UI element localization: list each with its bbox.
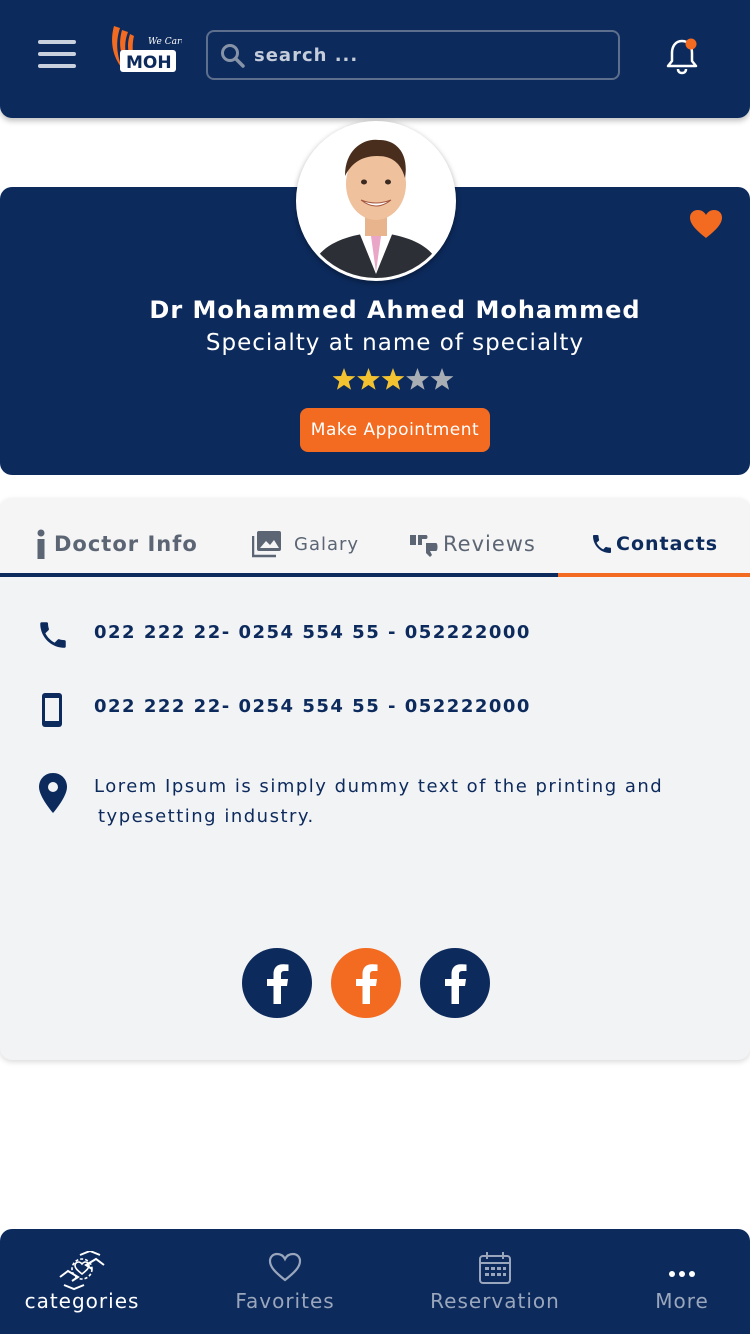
tab-bar: Doctor Info Galary Reviews Contacts [0,498,750,578]
tab-label: Doctor Info [54,532,198,556]
nav-label: Reservation [430,1289,560,1313]
gallery-icon [252,531,281,558]
nav-more[interactable]: More [646,1229,718,1334]
facebook-icon [445,964,467,1004]
facebook-button-1[interactable] [242,948,312,1018]
app-logo: We Care MOH [108,22,187,86]
phone-icon [593,535,611,553]
nav-categories[interactable]: categories [16,1229,148,1334]
star-filled-icon [381,368,405,390]
location-pin-icon [39,773,67,813]
nav-favorites[interactable]: Favorites [224,1229,346,1334]
search-icon [221,44,245,68]
phone-icon [40,622,66,648]
tab-contacts[interactable]: Contacts [590,524,718,564]
search-box[interactable] [206,30,620,80]
contact-phone-text[interactable]: 022 222 22- 0254 554 55 - 052222000 [94,618,531,648]
nav-label: categories [24,1289,140,1313]
contact-phone-row: 022 222 22- 0254 554 55 - 052222000 [36,618,531,656]
star-filled-icon [357,368,380,390]
more-dots-icon [669,1271,695,1277]
doctor-avatar [296,121,456,281]
tab-galary[interactable]: Galary [252,524,359,564]
info-icon [37,529,45,559]
bottom-navigation: categories Favorites Reservation More [0,1229,750,1334]
menu-icon[interactable] [38,40,78,70]
doctor-specialty: Specialty at name of specialty [205,330,585,356]
star-filled-icon [332,368,356,390]
tab-doctor-info[interactable]: Doctor Info [36,524,198,564]
nav-label: More [655,1289,709,1313]
tab-reviews[interactable]: Reviews [408,524,536,564]
notification-bell-icon[interactable] [664,36,700,76]
svg-text:We Care: We Care [148,37,182,47]
thumbs-icon [410,535,438,557]
make-appointment-button[interactable]: Make Appointment [300,408,490,452]
app-header: We Care MOH [0,0,750,118]
facebook-button-2[interactable] [331,948,401,1018]
tab-underline [0,573,558,577]
address-line-2: typesetting industry. [98,806,315,827]
address-line-1: Lorem Ipsum is simply dummy text of the … [94,776,664,797]
facebook-button-3[interactable] [420,948,490,1018]
rating-stars [332,366,456,392]
tab-label: Contacts [616,533,719,555]
notification-dot [685,38,697,50]
facebook-icon [356,964,378,1004]
mobile-icon [42,693,62,727]
facebook-icon [267,964,289,1004]
svg-text:MOH: MOH [126,53,172,73]
heart-icon [268,1252,302,1282]
calendar-icon [479,1252,511,1284]
nav-label: Favorites [235,1289,335,1313]
search-input[interactable] [254,40,604,70]
tab-label: Galary [294,533,360,555]
contact-mobile-text[interactable]: 022 222 22- 0254 554 55 - 052222000 [94,692,531,722]
favorite-heart-icon[interactable] [688,208,724,244]
star-empty-icon [430,368,454,390]
page: We Care MOH [0,0,750,1334]
contact-mobile-row: 022 222 22- 0254 554 55 - 052222000 [36,692,531,732]
star-empty-icon [406,368,429,390]
contact-address-row: Lorem Ipsum is simply dummy text of the … [36,772,663,832]
nav-reservation[interactable]: Reservation [426,1229,564,1334]
hands-heart-icon [59,1251,105,1291]
contact-address-text: Lorem Ipsum is simply dummy text of the … [94,772,663,832]
doctor-name: Dr Mohammed Ahmed Mohammed [149,296,641,324]
tab-label: Reviews [443,532,536,556]
social-links [240,948,500,1018]
doctor-details-card: Doctor Info Galary Reviews Contacts 022 … [0,498,750,1060]
tab-underline-active [558,573,750,577]
